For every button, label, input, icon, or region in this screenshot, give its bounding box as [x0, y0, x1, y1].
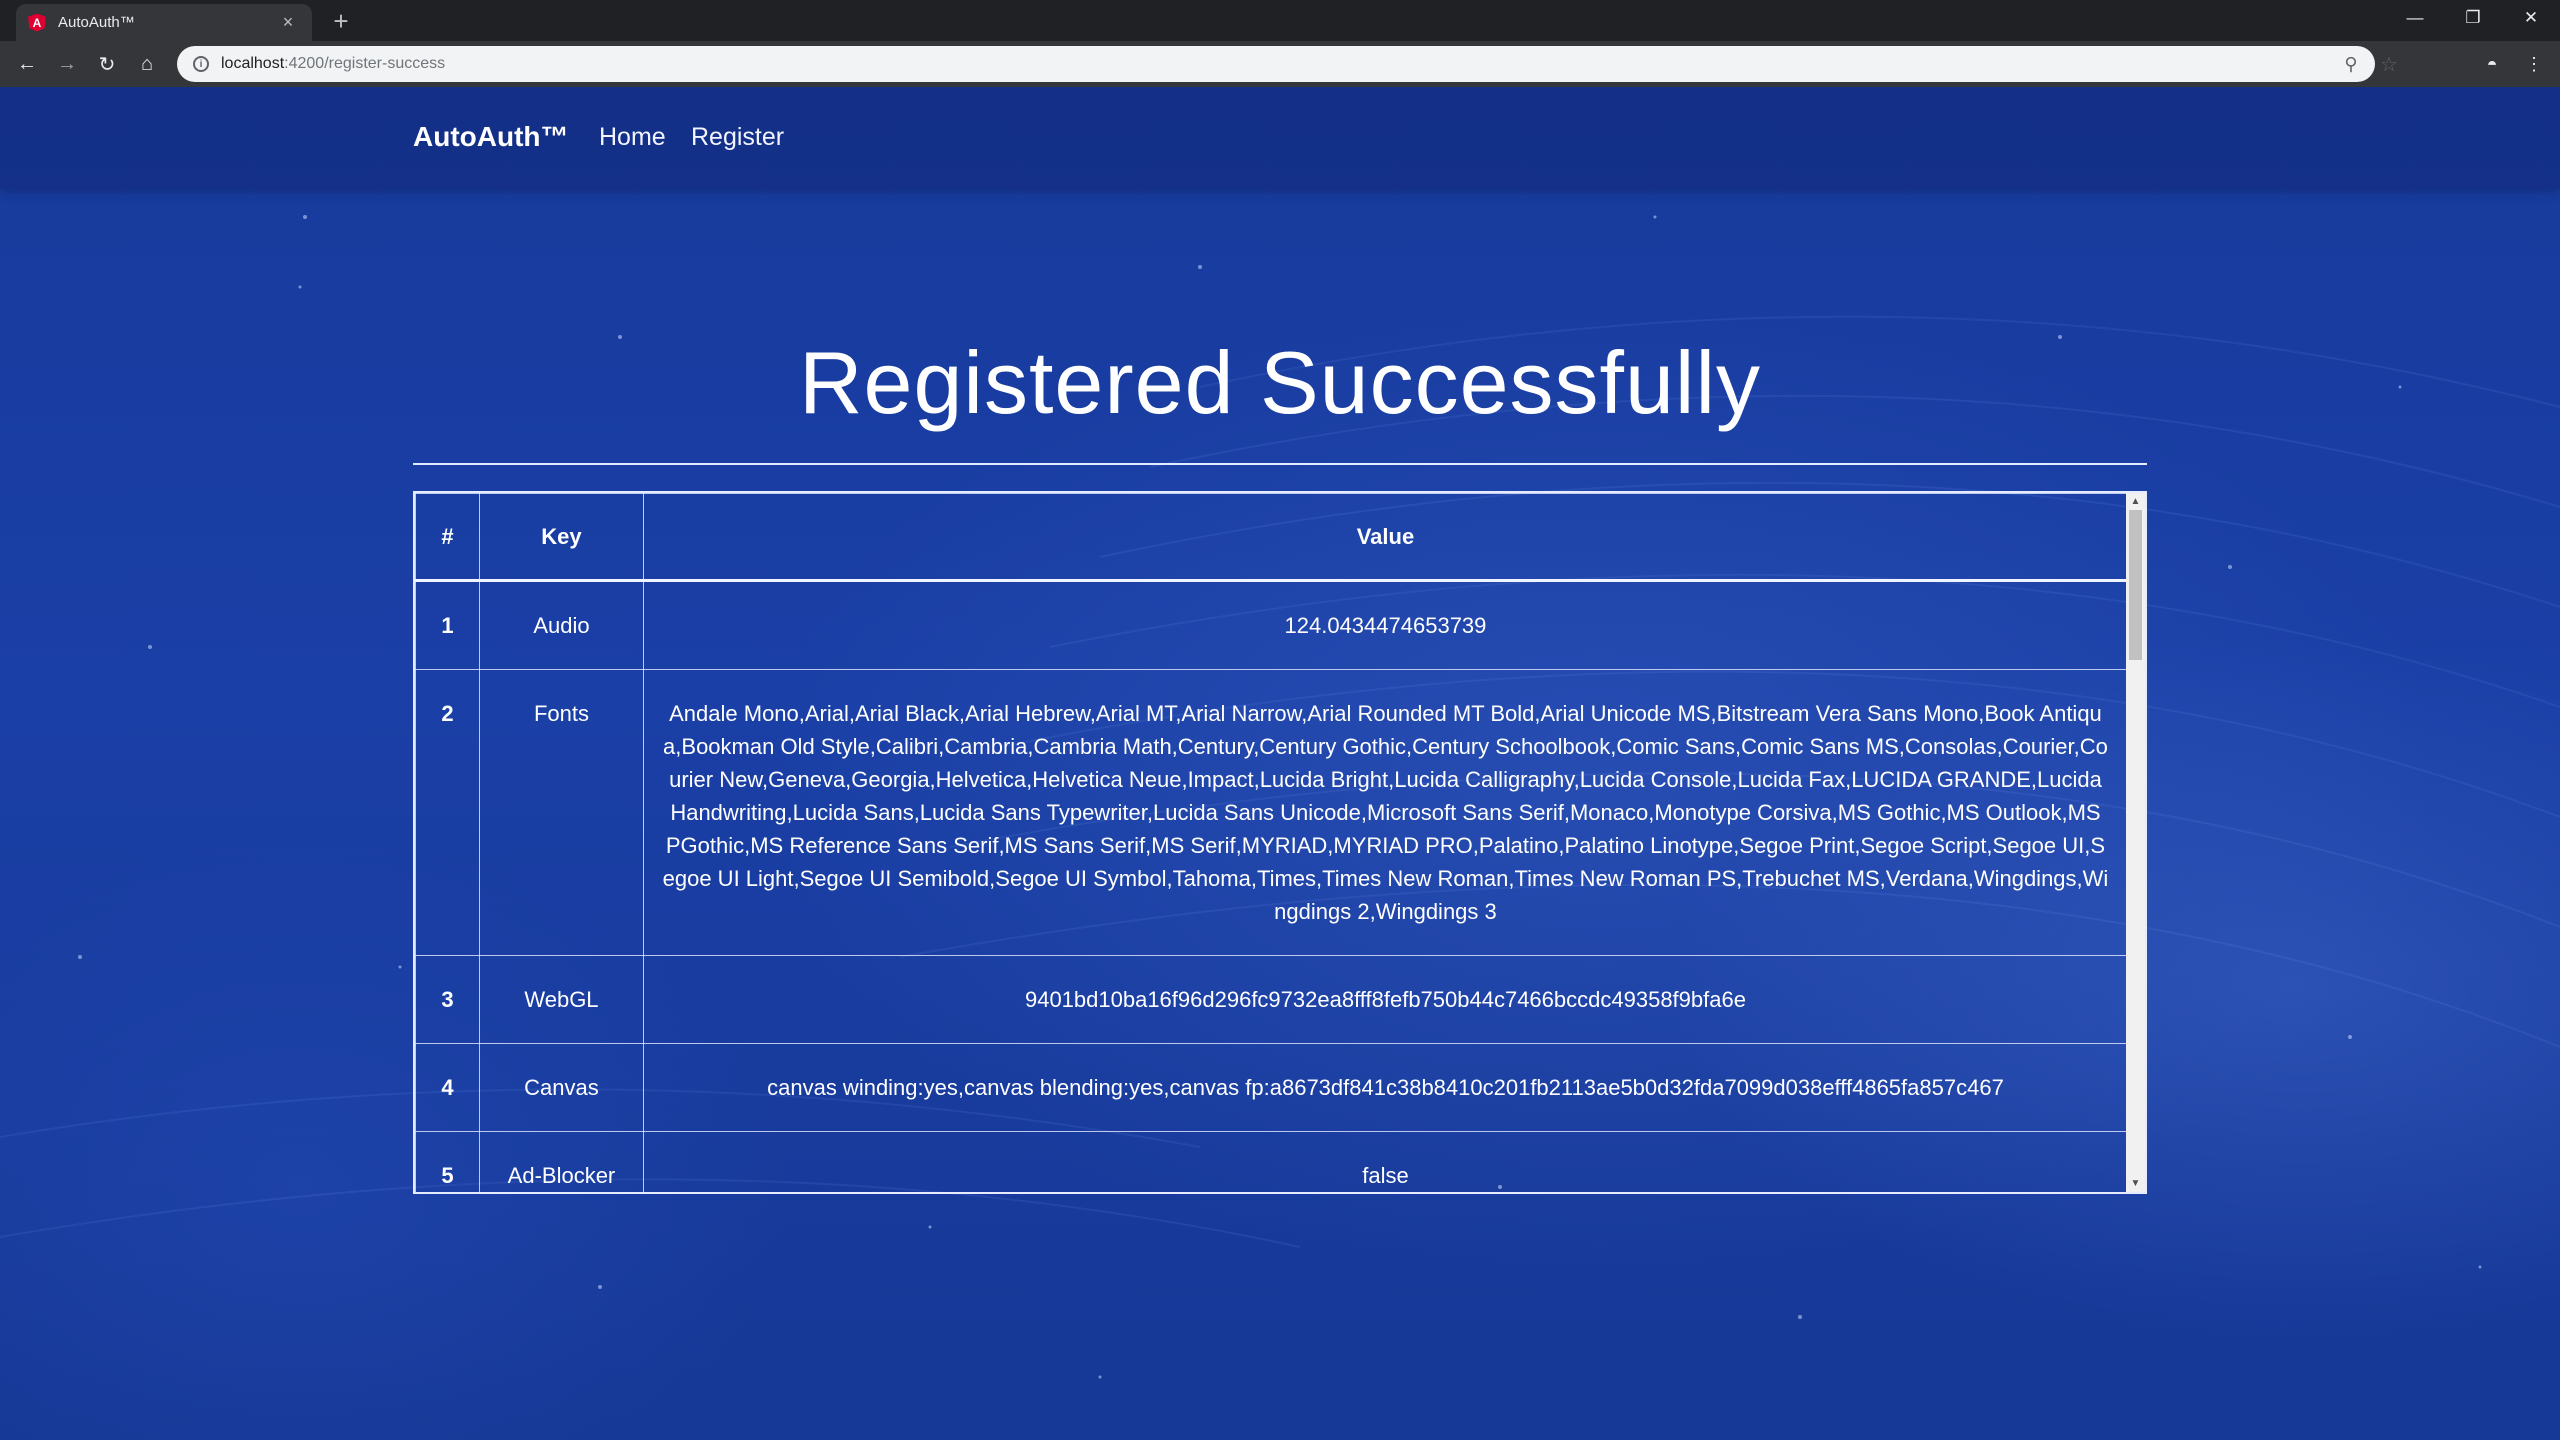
- forward-icon[interactable]: →: [53, 50, 81, 78]
- nav-link-home[interactable]: Home: [599, 123, 666, 152]
- url-path: :4200/register-success: [284, 55, 446, 72]
- row-number: 5: [415, 1131, 480, 1192]
- row-key: Ad-Blocker: [478, 1131, 644, 1192]
- back-icon[interactable]: ←: [13, 50, 41, 78]
- row-key: Fonts: [478, 669, 644, 956]
- row-key: Audio: [478, 580, 644, 670]
- browser-menu-icon[interactable]: ⋮: [2520, 50, 2548, 78]
- browser-tab[interactable]: A AutoAuth™ ×: [16, 4, 312, 41]
- column-header-key: Key: [478, 493, 644, 582]
- row-number: 2: [415, 669, 480, 956]
- url-host: localhost: [221, 55, 285, 72]
- table-scrollbar[interactable]: ▲ ▼: [2126, 493, 2145, 1192]
- row-value: 124.0434474653739: [642, 580, 2129, 670]
- browser-tab-strip: A AutoAuth™ × + — ❐ ✕: [0, 0, 2560, 41]
- row-key: WebGL: [478, 955, 644, 1044]
- results-table: # Key Value 1 Audio 124.0434474653739 2 …: [415, 493, 2129, 1192]
- row-value: canvas winding:yes,canvas blending:yes,c…: [642, 1043, 2129, 1132]
- row-value: false: [642, 1131, 2129, 1192]
- row-number: 1: [415, 580, 480, 670]
- results-table-container[interactable]: # Key Value 1 Audio 124.0434474653739 2 …: [413, 491, 2147, 1194]
- column-header-value: Value: [642, 493, 2129, 582]
- row-number: 4: [415, 1043, 480, 1132]
- nav-link-register[interactable]: Register: [691, 123, 784, 152]
- top-navbar: AutoAuth™ Home Register: [0, 87, 2560, 189]
- window-restore-button[interactable]: ❐: [2445, 0, 2501, 36]
- table-row: 1 Audio 124.0434474653739: [415, 580, 2129, 670]
- tab-title: AutoAuth™: [58, 14, 135, 31]
- browser-toolbar: ← → ↻ ⌂ i localhost:4200/register-succes…: [0, 41, 2560, 87]
- tab-close-icon[interactable]: ×: [278, 12, 298, 33]
- new-tab-button[interactable]: +: [326, 6, 356, 36]
- scrollbar-thumb[interactable]: [2129, 510, 2142, 660]
- table-row: 3 WebGL 9401bd10ba16f96d296fc9732ea8fff8…: [415, 955, 2129, 1044]
- row-value: Andale Mono,Arial,Arial Black,Arial Hebr…: [642, 669, 2129, 956]
- row-key: Canvas: [478, 1043, 644, 1132]
- window-close-button[interactable]: ✕: [2503, 0, 2559, 36]
- scroll-up-arrow-icon[interactable]: ▲: [2126, 493, 2145, 510]
- bookmark-star-icon[interactable]: ☆: [2379, 52, 2399, 77]
- zoom-icon[interactable]: ⚲: [2341, 54, 2361, 75]
- site-info-icon[interactable]: i: [193, 56, 209, 72]
- window-minimize-button[interactable]: —: [2387, 0, 2443, 36]
- angular-favicon-icon: A: [28, 13, 46, 32]
- scroll-down-arrow-icon[interactable]: ▼: [2126, 1175, 2145, 1192]
- row-value: 9401bd10ba16f96d296fc9732ea8fff8fefb750b…: [642, 955, 2129, 1044]
- incognito-icon[interactable]: ◓: [2478, 50, 2506, 78]
- reload-icon[interactable]: ↻: [93, 50, 121, 78]
- row-number: 3: [415, 955, 480, 1044]
- table-row: 2 Fonts Andale Mono,Arial,Arial Black,Ar…: [415, 669, 2129, 956]
- table-row: 4 Canvas canvas winding:yes,canvas blend…: [415, 1043, 2129, 1132]
- brand-logo[interactable]: AutoAuth™: [413, 121, 569, 153]
- home-icon[interactable]: ⌂: [133, 50, 161, 78]
- column-header-number: #: [415, 493, 480, 582]
- title-divider: [413, 463, 2147, 465]
- address-bar[interactable]: i localhost:4200/register-success ⚲ ☆: [177, 46, 2398, 82]
- url-text: localhost:4200/register-success: [221, 55, 445, 73]
- page-title: Registered Successfully: [798, 333, 1762, 432]
- page-viewport: AutoAuth™ Home Register Registered Succe…: [0, 87, 2560, 1440]
- table-header-row: # Key Value: [415, 493, 2129, 582]
- table-row: 5 Ad-Blocker false: [415, 1131, 2129, 1192]
